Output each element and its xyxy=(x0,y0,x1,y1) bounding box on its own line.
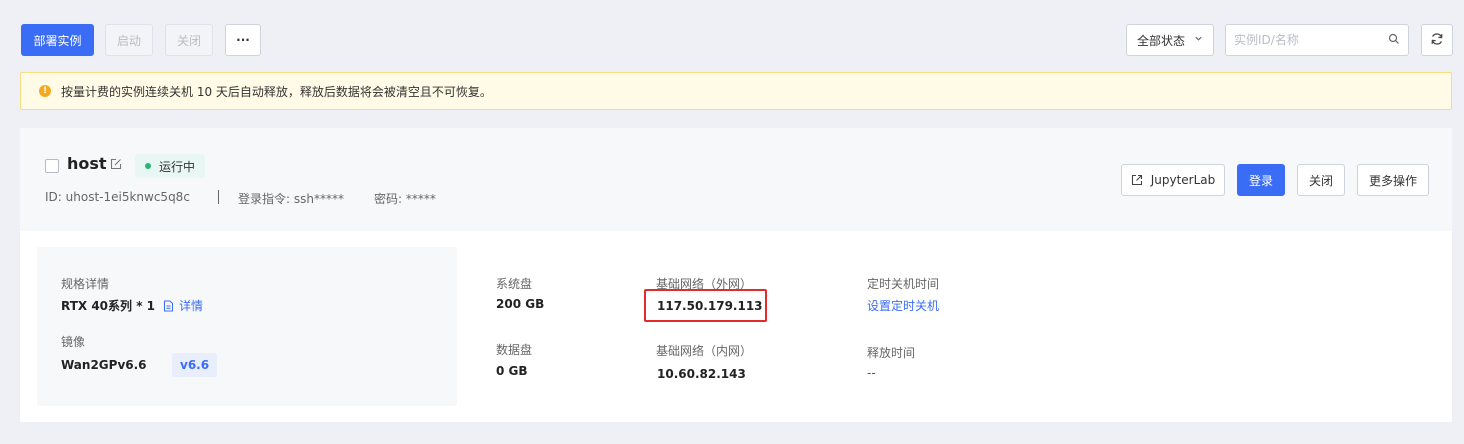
public-ip: 117.50.179.113 xyxy=(657,299,763,313)
search-box xyxy=(1225,24,1409,56)
release-time-label: 释放时间 xyxy=(867,346,916,360)
more-actions-button[interactable]: 更多操作 xyxy=(1357,164,1429,196)
login-button[interactable]: 登录 xyxy=(1237,164,1285,196)
instance-close-button[interactable]: 关闭 xyxy=(1297,164,1345,196)
login-command: 登录指令: ssh***** xyxy=(238,192,344,206)
running-dot-icon xyxy=(145,163,151,169)
refresh-button[interactable] xyxy=(1421,24,1453,56)
start-button[interactable]: 启动 xyxy=(105,24,153,56)
search-icon[interactable] xyxy=(1388,33,1400,48)
system-disk-label: 系统盘 xyxy=(496,277,533,291)
private-network-label: 基础网络（内网） xyxy=(656,344,753,358)
jupyterlab-label: JupyterLab xyxy=(1150,173,1216,187)
data-disk-label: 数据盘 xyxy=(496,343,533,357)
status-filter-value: 全部状态 xyxy=(1137,33,1186,48)
chevron-down-icon xyxy=(1194,34,1203,46)
instance-checkbox[interactable] xyxy=(45,159,59,173)
spec-panel: 规格详情 RTX 40系列 * 1 详情 镜像 Wan2GPv6.6 v6.6 xyxy=(37,247,457,406)
spec-label: 规格详情 xyxy=(61,277,110,291)
external-link-icon xyxy=(1131,174,1143,186)
status-filter-select[interactable]: 全部状态 xyxy=(1126,24,1214,56)
private-ip: 10.60.82.143 xyxy=(657,367,746,381)
detail-link[interactable]: 详情 xyxy=(163,297,203,314)
toolbar: 部署实例 启动 关闭 ··· 全部状态 xyxy=(0,0,1464,68)
data-disk-value: 0 GB xyxy=(496,364,528,378)
status-badge: 运行中 xyxy=(135,154,206,178)
meta-divider xyxy=(218,190,219,204)
system-disk-value: 200 GB xyxy=(496,297,545,311)
more-options-button[interactable]: ··· xyxy=(225,24,261,56)
warning-icon: ! xyxy=(39,85,51,97)
instance-card: host 运行中 ID: uhost-1ei5knwc5q8c 登录指令: ss… xyxy=(20,128,1452,422)
instance-card-header: host 运行中 ID: uhost-1ei5knwc5q8c 登录指令: ss… xyxy=(20,128,1452,231)
status-text: 运行中 xyxy=(159,159,196,174)
auto-release-notice: ! 按量计费的实例连续关机 10 天后自动释放，释放后数据将会被清空且不可恢复。 xyxy=(20,72,1452,110)
instance-name: host xyxy=(67,154,107,173)
close-button[interactable]: 关闭 xyxy=(165,24,213,56)
set-scheduled-shutdown-link[interactable]: 设置定时关机 xyxy=(867,297,939,314)
document-icon xyxy=(163,300,174,312)
edit-icon[interactable] xyxy=(110,158,122,173)
image-label: 镜像 xyxy=(61,335,86,349)
password: 密码: ***** xyxy=(374,192,436,206)
instance-id: ID: uhost-1ei5knwc5q8c xyxy=(45,190,190,204)
spec-value: RTX 40系列 * 1 xyxy=(61,299,155,313)
refresh-icon xyxy=(1430,32,1444,49)
search-input[interactable] xyxy=(1226,25,1376,55)
image-version-tag: v6.6 xyxy=(172,353,218,377)
image-value: Wan2GPv6.6 xyxy=(61,358,147,372)
scheduled-shutdown-label: 定时关机时间 xyxy=(867,277,940,291)
release-time-value: -- xyxy=(867,366,876,380)
jupyterlab-button[interactable]: JupyterLab xyxy=(1121,164,1225,196)
notice-text: 按量计费的实例连续关机 10 天后自动释放，释放后数据将会被清空且不可恢复。 xyxy=(61,84,492,99)
detail-link-label: 详情 xyxy=(179,299,204,313)
deploy-instance-button[interactable]: 部署实例 xyxy=(21,24,94,56)
